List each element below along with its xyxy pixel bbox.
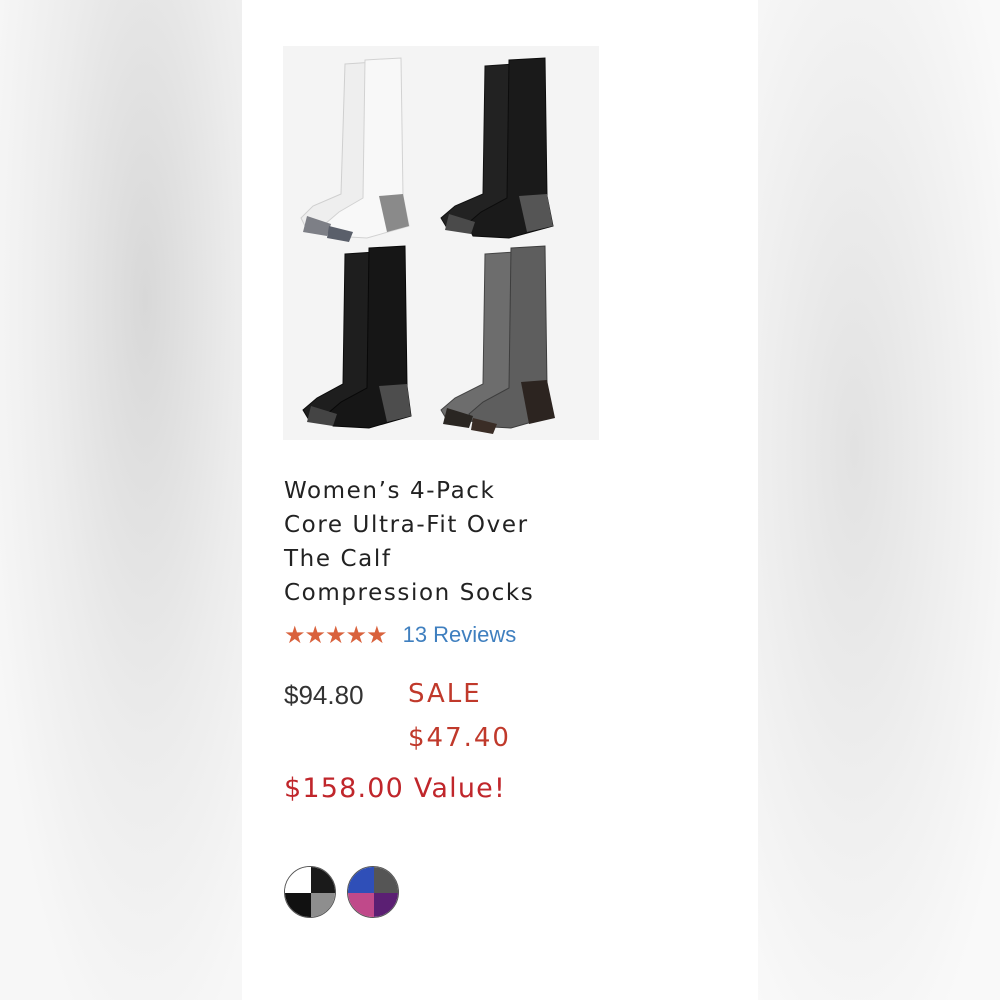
sale-price: $47.40 [408,723,511,753]
blurred-background-left [0,0,242,1000]
black-sock-pair-bottom [302,245,412,429]
sale-label: SALE [408,679,482,709]
blurred-background-right [758,0,1000,1000]
product-card[interactable]: Women’s 4-Pack Core Ultra-Fit Over The C… [242,0,758,1000]
product-title[interactable]: Women’s 4-Pack Core Ultra-Fit Over The C… [284,474,584,610]
product-image[interactable] [283,46,599,440]
original-price: $94.80 [284,680,364,710]
color-swatch-white-black-grey[interactable] [284,866,336,918]
rating-row: ★★★★★ 13 Reviews [284,618,516,652]
grey-sock-pair [440,245,555,434]
reviews-link[interactable]: 13 Reviews [403,622,517,648]
star-rating-icon: ★★★★★ [284,621,388,649]
black-sock-pair-top [440,57,554,239]
value-callout: $158.00 Value! [284,773,507,804]
color-swatch-blue-grey-pink-purple[interactable] [347,866,399,918]
white-sock-pair [300,57,410,242]
color-swatches [284,866,399,918]
